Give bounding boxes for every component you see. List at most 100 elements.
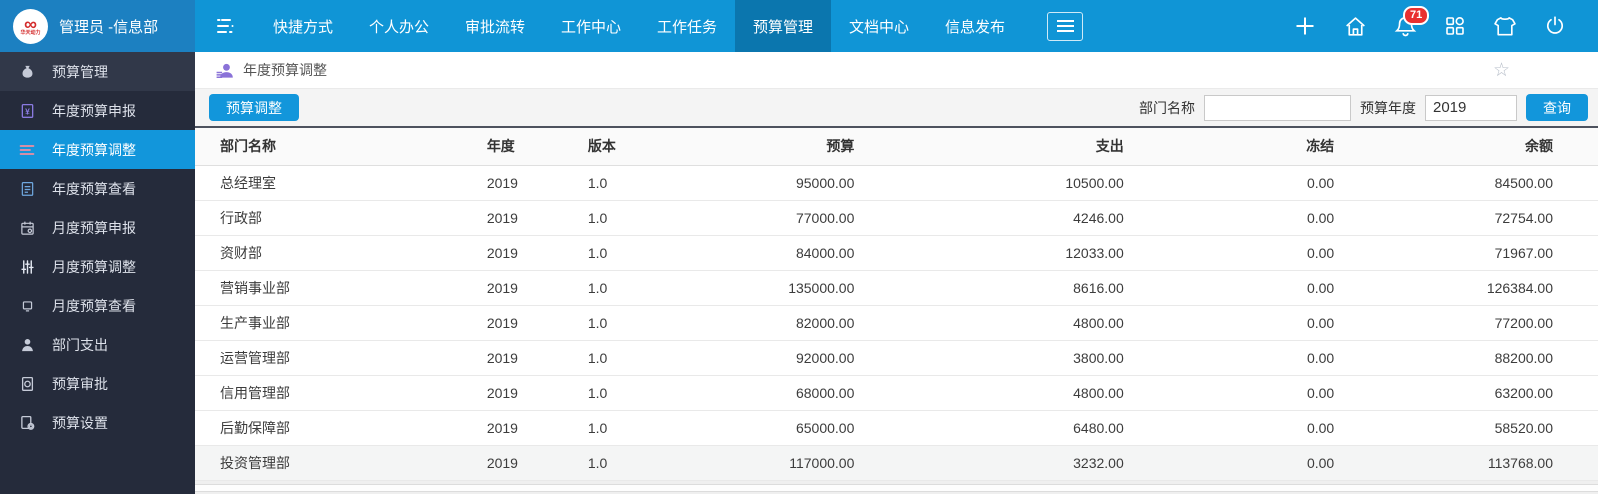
cell-year: 2019 — [486, 270, 588, 306]
sidebar-item[interactable]: 月度预算申报 — [0, 208, 195, 247]
cell-version: 1.0 — [587, 410, 698, 446]
theme-shirt-icon[interactable] — [1492, 13, 1518, 39]
cell-expense: 6480.00 — [854, 410, 1124, 446]
favorite-star-icon[interactable]: ☆ — [1493, 59, 1510, 82]
more-menu-button[interactable] — [1047, 11, 1083, 41]
cell-budget: 77000.00 — [697, 200, 855, 236]
cell-version: 1.0 — [587, 445, 698, 481]
cell-budget: 92000.00 — [697, 340, 855, 376]
column-header: 年度 — [486, 126, 588, 166]
person-expense-icon — [19, 337, 35, 353]
sidebar-item-label: 年度预算查看 — [52, 180, 136, 197]
monitor-icon — [19, 298, 35, 314]
top-nav-item[interactable]: 工作中心 — [543, 0, 639, 52]
sidebar-item[interactable]: ¥ 年度预算申报 — [0, 91, 195, 130]
cell-budget: 82000.00 — [697, 305, 855, 341]
cell-expense: 12033.00 — [854, 235, 1124, 271]
cell-balance: 113768.00 — [1334, 445, 1598, 481]
top-nav-item[interactable]: 快捷方式 — [255, 0, 351, 52]
cell-frozen: 0.00 — [1123, 165, 1335, 201]
table-header-row: 部门名称 年度 版本 预算 支出 冻结 余额 — [195, 126, 1598, 166]
cell-balance: 58520.00 — [1334, 410, 1598, 446]
budget-adjust-button[interactable]: 预算调整 — [209, 94, 299, 121]
notification-badge: 71 — [1403, 6, 1430, 25]
horizontal-scrollbar[interactable] — [195, 483, 1598, 492]
cell-balance: 77200.00 — [1334, 305, 1598, 341]
cell-balance: 72754.00 — [1334, 200, 1598, 236]
cell-expense: 4800.00 — [854, 305, 1124, 341]
column-header: 余额 — [1334, 126, 1598, 166]
cell-name: 后勤保障部 — [195, 410, 487, 446]
dept-name-label: 部门名称 — [1139, 99, 1195, 116]
cell-version: 1.0 — [587, 375, 698, 411]
adjust-lines-icon — [19, 142, 35, 158]
cell-frozen: 0.00 — [1123, 270, 1335, 306]
cell-name: 信用管理部 — [195, 375, 487, 411]
cell-expense: 4246.00 — [854, 200, 1124, 236]
cell-version: 1.0 — [587, 305, 698, 341]
search-button[interactable]: 查询 — [1526, 94, 1588, 121]
top-nav: 快捷方式 个人办公 审批流转 工作中心 工作任务 预算管理 文档中心 信息发布 — [195, 0, 1292, 52]
column-header: 支出 — [854, 126, 1124, 166]
cell-year: 2019 — [486, 165, 588, 201]
table-row[interactable]: 信用管理部 2019 1.0 68000.00 4800.00 0.00 63200.00 — [195, 375, 1598, 411]
sidebar-item-label: 月度预算查看 — [52, 297, 136, 314]
cell-name: 生产事业部 — [195, 305, 487, 341]
dept-name-input[interactable] — [1204, 94, 1351, 121]
sidebar-item[interactable]: 预算管理 — [0, 52, 195, 91]
add-icon[interactable] — [1292, 13, 1318, 39]
budget-table: 部门名称 年度 版本 预算 支出 冻结 余额 总经理室 2019 1.0 95000.00 1050… — [195, 126, 1598, 481]
doc-approve-icon — [19, 376, 35, 392]
cell-frozen: 0.00 — [1123, 375, 1335, 411]
table-row[interactable]: 总经理室 2019 1.0 95000.00 10500.00 0.00 84500.00 — [195, 165, 1598, 201]
table-row[interactable]: 运营管理部 2019 1.0 92000.00 3800.00 0.00 88200.00 — [195, 340, 1598, 376]
user-area[interactable]: ∞ 华天动力 管理员 -信息部 — [0, 0, 195, 52]
cell-version: 1.0 — [587, 270, 698, 306]
notifications-bell-icon[interactable]: 71 — [1392, 6, 1430, 39]
table-row[interactable]: 行政部 2019 1.0 77000.00 4246.00 0.00 72754.00 — [195, 200, 1598, 236]
current-user-label: 管理员 -信息部 — [59, 18, 159, 36]
money-bag-icon — [19, 64, 35, 80]
cell-budget: 65000.00 — [697, 410, 855, 446]
top-nav-item[interactable]: 个人办公 — [351, 0, 447, 52]
sidebar-item-label: 预算审批 — [52, 375, 108, 392]
top-nav-items: 快捷方式 个人办公 审批流转 工作中心 工作任务 预算管理 文档中心 信息发布 — [255, 0, 1023, 52]
menu-toggle-icon[interactable] — [195, 0, 255, 52]
home-icon[interactable] — [1342, 13, 1368, 39]
top-nav-item[interactable]: 预算管理 — [735, 0, 831, 52]
cell-frozen: 0.00 — [1123, 235, 1335, 271]
table-row[interactable]: 资财部 2019 1.0 84000.00 12033.00 0.00 71967.00 — [195, 235, 1598, 271]
cell-frozen: 0.00 — [1123, 410, 1335, 446]
cell-name: 资财部 — [195, 235, 487, 271]
sidebar-item[interactable]: 年度预算调整 — [0, 130, 195, 169]
table-row[interactable]: 生产事业部 2019 1.0 82000.00 4800.00 0.00 77200.00 — [195, 305, 1598, 341]
cell-frozen: 0.00 — [1123, 305, 1335, 341]
table-row[interactable]: 营销事业部 2019 1.0 135000.00 8616.00 0.00 126384.0… — [195, 270, 1598, 306]
top-nav-item[interactable]: 工作任务 — [639, 0, 735, 52]
sidebar-item[interactable]: 预算审批 — [0, 364, 195, 403]
cell-year: 2019 — [486, 445, 588, 481]
sidebar-item[interactable]: 部门支出 — [0, 325, 195, 364]
table-body: 总经理室 2019 1.0 95000.00 10500.00 0.00 84500.00 行… — [195, 165, 1598, 481]
sidebar-item[interactable]: 年度预算查看 — [0, 169, 195, 208]
table-row[interactable]: 后勤保障部 2019 1.0 65000.00 6480.00 0.00 58520.00 — [195, 410, 1598, 446]
logout-power-icon[interactable] — [1542, 13, 1568, 39]
top-nav-item[interactable]: 信息发布 — [927, 0, 1023, 52]
budget-year-input[interactable] — [1425, 94, 1517, 121]
sidebar-item-label: 部门支出 — [52, 336, 108, 353]
cell-expense: 3232.00 — [854, 445, 1124, 481]
content-area: 年度预算调整 ☆ 预算调整 部门名称 预算年度 查询 — [195, 52, 1598, 494]
table-row[interactable]: 投资管理部 2019 1.0 117000.00 3232.00 0.00 113768.0… — [195, 445, 1598, 481]
cell-version: 1.0 — [587, 165, 698, 201]
cell-budget: 135000.00 — [697, 270, 855, 306]
apps-grid-icon[interactable] — [1442, 13, 1468, 39]
doc-yen-icon: ¥ — [19, 103, 35, 119]
sidebar-item[interactable]: 月度预算调整 — [0, 247, 195, 286]
company-logo-icon: ∞ 华天动力 — [13, 8, 48, 44]
top-nav-item[interactable]: 审批流转 — [447, 0, 543, 52]
budget-table-container: 部门名称 年度 版本 预算 支出 冻结 余额 总经理室 2019 1.0 95000.00 1050… — [195, 126, 1598, 494]
sidebar-item[interactable]: 月度预算查看 — [0, 286, 195, 325]
top-nav-item[interactable]: 文档中心 — [831, 0, 927, 52]
sidebar-item[interactable]: 预算设置 — [0, 403, 195, 442]
svg-text:¥: ¥ — [25, 106, 30, 116]
